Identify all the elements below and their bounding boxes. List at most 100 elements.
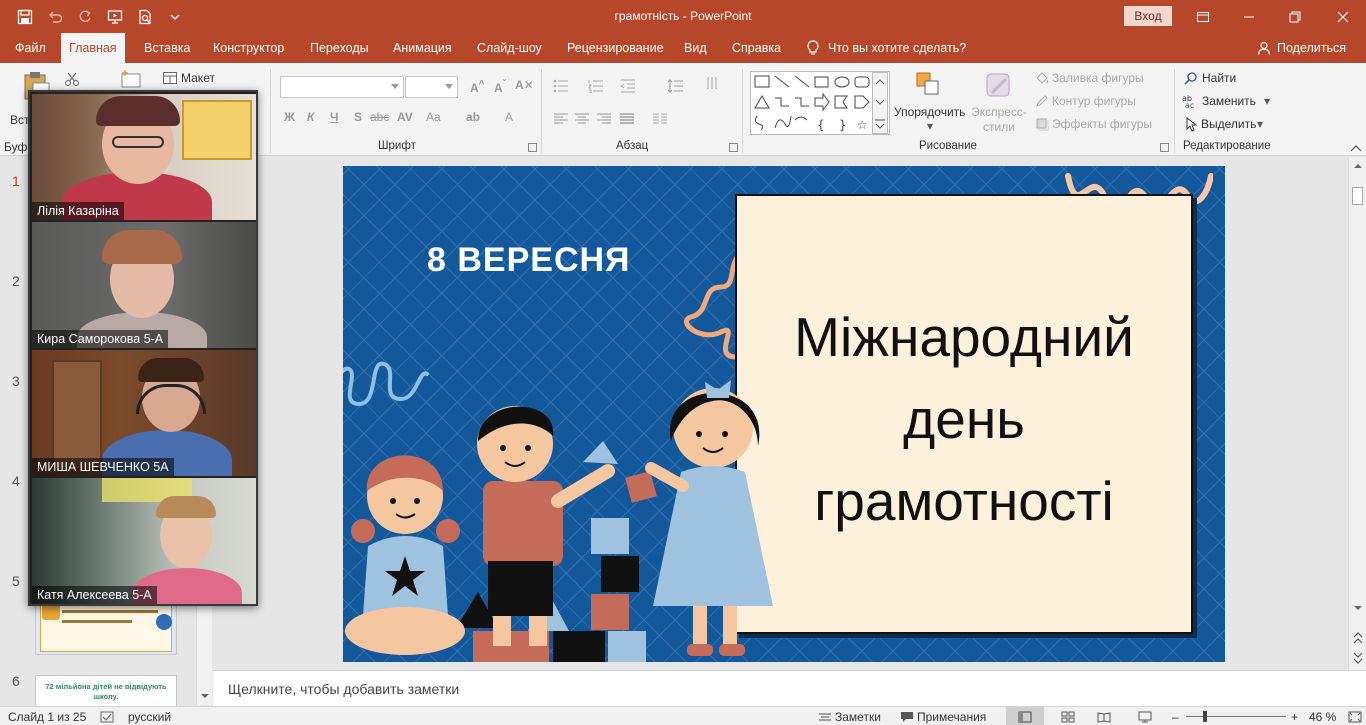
participant-video-tile[interactable]: Лілія Казаріна <box>32 94 256 220</box>
tab-file[interactable]: Файл <box>7 33 54 63</box>
previous-slide-icon[interactable] <box>1350 631 1366 645</box>
arrange-icon <box>916 72 939 95</box>
text-direction-icon[interactable] <box>705 75 721 91</box>
font-group-label: Шрифт <box>378 140 416 152</box>
effects-icon <box>1036 118 1049 131</box>
tab-slideshow[interactable]: Слайд-шоу <box>469 33 550 63</box>
normal-view-icon <box>1018 711 1032 723</box>
zoom-slider-thumb[interactable] <box>1203 711 1207 722</box>
normal-view-button[interactable] <box>1006 707 1044 725</box>
notes-pane[interactable]: Щелкните, чтобы добавить заметки <box>213 670 1366 706</box>
align-left-icon[interactable] <box>553 113 569 125</box>
participant-video-tile-active-speaker[interactable]: МИША ШЕВЧЕНКО 5А <box>32 350 256 476</box>
slide-counter: Слайд 1 из 25 <box>8 710 87 724</box>
tab-home[interactable]: Главная <box>61 33 125 63</box>
video-call-panel[interactable]: Лілія Казаріна Кира Саморокова 5-А МИША … <box>28 90 258 606</box>
font-name-combo[interactable] <box>280 76 404 98</box>
zoom-out-button[interactable]: – <box>1172 710 1179 724</box>
collapse-ribbon-icon[interactable] <box>1350 144 1362 152</box>
participant-name: МИША ШЕВЧЕНКО 5А <box>32 458 174 476</box>
fit-slide-icon[interactable] <box>1348 711 1362 723</box>
paragraph-dialog-launcher[interactable] <box>729 143 738 152</box>
next-slide-icon[interactable] <box>1350 651 1366 665</box>
scrollbar-thumb[interactable] <box>1352 187 1363 205</box>
paste-label: Вст <box>10 113 30 127</box>
replace-icon: abac <box>1182 94 1194 109</box>
share-button[interactable]: Поделиться <box>1257 33 1346 63</box>
tell-me-search[interactable]: Что вы хотите сделать? <box>806 33 966 63</box>
editing-group-label: Редактирование <box>1183 140 1271 152</box>
align-center-icon[interactable] <box>574 113 590 125</box>
zoom-level[interactable]: 46 % <box>1309 710 1336 724</box>
shape-effects-label: Эффекты фигуры <box>1052 117 1153 131</box>
change-case-button[interactable]: Aa <box>426 110 441 124</box>
spelling-check-icon[interactable] <box>100 711 114 723</box>
slide-vertical-scrollbar[interactable] <box>1348 157 1366 670</box>
columns-icon[interactable] <box>652 113 668 125</box>
highlight-button[interactable]: ab <box>466 110 480 124</box>
increase-font-icon[interactable]: A^ <box>470 79 485 95</box>
layout-label: Макет <box>181 71 215 85</box>
text-shadow-button[interactable]: S <box>354 110 362 124</box>
slide-canvas[interactable]: 8 ВЕРЕСНЯ Міжнародний день грамотності <box>343 166 1225 662</box>
shapes-gallery[interactable]: { } ☆ <box>750 71 890 135</box>
cut-icon[interactable] <box>64 71 80 87</box>
font-color-button[interactable]: A <box>505 110 513 124</box>
close-button[interactable] <box>1320 0 1366 33</box>
slide-date-heading: 8 ВЕРЕСНЯ <box>427 241 631 279</box>
font-size-combo[interactable] <box>405 76 458 98</box>
reading-view-icon[interactable] <box>1097 711 1111 723</box>
slide-number: 5 <box>12 573 20 589</box>
numbering-icon[interactable] <box>588 79 604 93</box>
underline-button[interactable]: Ч <box>330 110 338 124</box>
bullets-icon[interactable] <box>553 79 569 93</box>
slide-sorter-icon[interactable] <box>1061 711 1075 723</box>
participant-video-tile[interactable]: Катя Алексеева 5-А <box>32 478 256 604</box>
decrease-font-icon[interactable]: Aˇ <box>494 79 506 95</box>
strikethrough-button[interactable]: abc <box>370 110 389 124</box>
bold-button[interactable]: Ж <box>284 110 295 124</box>
drawing-group-label: Рисование <box>919 140 977 152</box>
ribbon-separator <box>541 69 542 153</box>
pen-icon <box>1036 95 1048 107</box>
signin-button[interactable]: Вход <box>1124 6 1172 26</box>
tab-transitions[interactable]: Переходы <box>302 33 377 63</box>
participant-figure <box>112 136 164 148</box>
ribbon-display-options-button[interactable] <box>1180 0 1226 33</box>
svg-text:}: } <box>839 118 847 132</box>
notes-placeholder: Щелкните, чтобы добавить заметки <box>228 681 460 697</box>
quick-styles-button[interactable]: Экспресс-стили <box>970 71 1028 139</box>
gallery-scroll-icon[interactable] <box>872 72 888 134</box>
tab-insert[interactable]: Вставка <box>136 33 198 63</box>
tab-review[interactable]: Рецензирование <box>559 33 672 63</box>
tab-animations[interactable]: Анимация <box>385 33 460 63</box>
participant-figure <box>138 358 204 382</box>
tab-design[interactable]: Конструктор <box>205 33 292 63</box>
zoom-slider[interactable] <box>1186 711 1286 722</box>
tab-help[interactable]: Справка <box>724 33 789 63</box>
character-spacing-button[interactable]: AV <box>397 110 413 124</box>
clear-formatting-icon[interactable]: A✕ <box>515 78 534 92</box>
arrange-button[interactable]: Упорядочить ▾ <box>893 71 969 139</box>
slideshow-view-icon[interactable] <box>1138 711 1152 723</box>
tab-view[interactable]: Вид <box>676 33 715 63</box>
scroll-up-icon <box>1354 164 1362 168</box>
participant-figure <box>96 96 180 126</box>
restore-button[interactable] <box>1272 0 1318 33</box>
participant-video-tile[interactable]: Кира Саморокова 5-А <box>32 222 256 348</box>
door <box>52 360 102 470</box>
ribbon-separator <box>742 69 743 153</box>
italic-button[interactable]: К <box>307 110 314 124</box>
drawing-dialog-launcher[interactable] <box>1160 143 1169 152</box>
align-right-icon[interactable] <box>596 113 612 125</box>
justify-icon[interactable] <box>619 113 635 125</box>
line-spacing-icon[interactable] <box>668 79 684 93</box>
zoom-in-button[interactable]: + <box>1291 710 1298 724</box>
font-dialog-launcher[interactable] <box>528 143 537 152</box>
minimize-button[interactable] <box>1226 0 1272 33</box>
decrease-indent-icon[interactable] <box>620 79 636 93</box>
language-indicator[interactable]: русский <box>128 710 171 724</box>
layout-icon <box>163 72 177 84</box>
new-slide-icon[interactable] <box>120 69 142 91</box>
participant-figure <box>156 496 216 518</box>
